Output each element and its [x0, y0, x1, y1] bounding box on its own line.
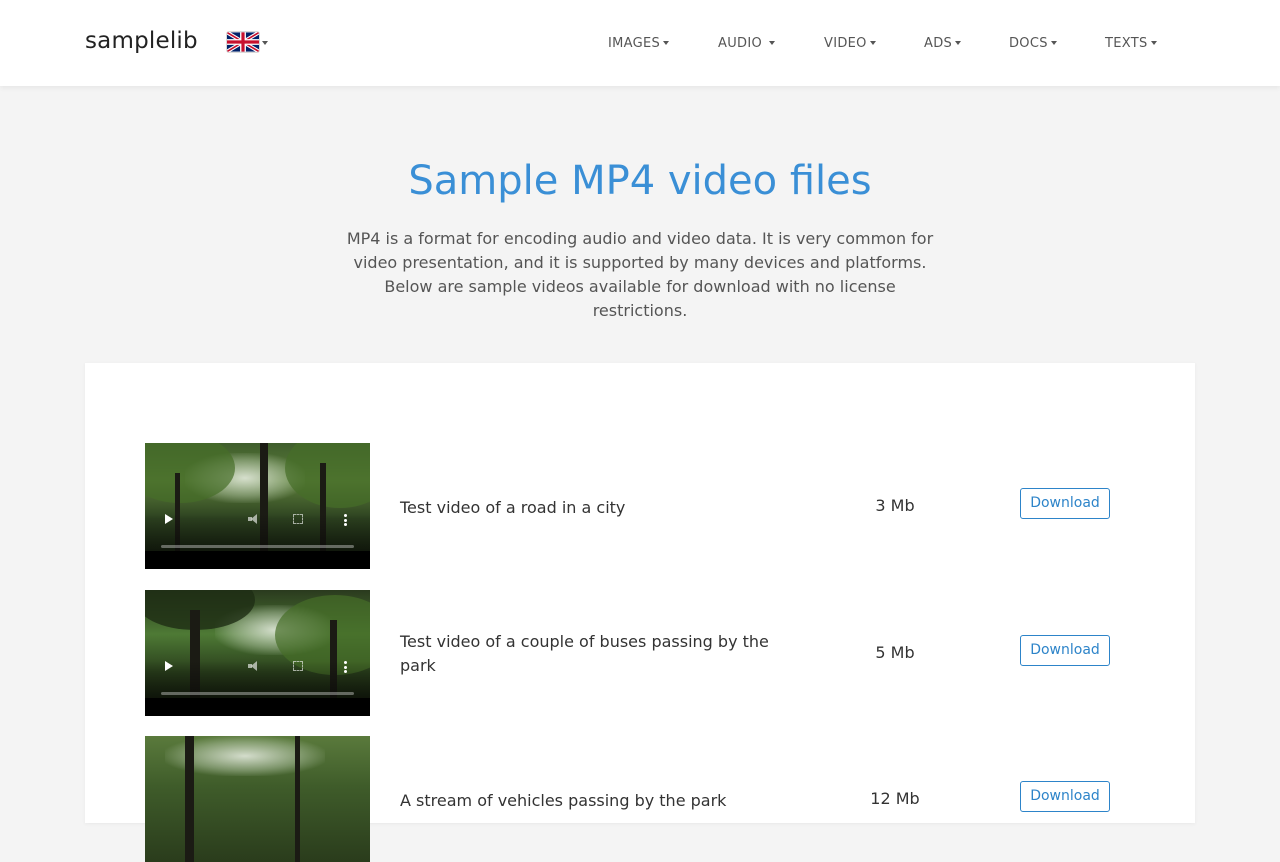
video-player[interactable]	[145, 590, 370, 716]
caret-down-icon	[1150, 40, 1157, 45]
more-options-icon[interactable]	[344, 661, 347, 673]
volume-icon[interactable]	[248, 514, 260, 524]
nav-video-label: VIDEO	[824, 36, 867, 51]
caret-down-icon	[769, 40, 776, 45]
video-frame	[145, 698, 370, 716]
video-size: 5 Mb	[875, 643, 915, 662]
nav-docs[interactable]: DOCS	[1009, 36, 1057, 51]
nav-images[interactable]: IMAGES	[608, 36, 670, 51]
nav-docs-label: DOCS	[1009, 36, 1048, 51]
video-row: A stream of vehicles passing by the park…	[145, 736, 1135, 862]
video-row: Test video of a road in a city 3 Mb Down…	[145, 443, 1135, 569]
video-frame	[295, 736, 300, 862]
caret-down-icon	[1050, 40, 1057, 45]
page-intro: MP4 is a format for encoding audio and v…	[346, 229, 934, 320]
nav-ads[interactable]: ADS	[924, 36, 962, 51]
play-icon[interactable]	[165, 661, 173, 671]
nav-audio[interactable]: AUDIO	[718, 36, 776, 51]
video-description: Test video of a couple of buses passing …	[400, 632, 769, 675]
fullscreen-icon[interactable]	[293, 514, 303, 524]
more-options-icon[interactable]	[344, 514, 347, 526]
video-player[interactable]	[145, 736, 370, 862]
video-frame	[185, 736, 194, 862]
nav-images-label: IMAGES	[608, 36, 661, 51]
caret-down-icon	[663, 40, 670, 45]
language-selector[interactable]	[227, 32, 269, 54]
download-button[interactable]: Download	[1020, 781, 1110, 812]
video-description: A stream of vehicles passing by the park	[400, 791, 727, 810]
video-progress-bar[interactable]	[161, 545, 354, 548]
nav-video[interactable]: VIDEO	[824, 36, 876, 51]
nav-audio-label: AUDIO	[718, 36, 762, 51]
video-list-card: Test video of a road in a city 3 Mb Down…	[85, 363, 1195, 862]
nav-texts[interactable]: TEXTS	[1105, 36, 1157, 51]
fullscreen-icon[interactable]	[293, 661, 303, 671]
page-title: Sample MP4 video files	[408, 158, 872, 204]
video-size: 12 Mb	[870, 789, 920, 808]
caret-down-icon	[262, 41, 268, 45]
nav-texts-label: TEXTS	[1105, 36, 1148, 51]
video-description: Test video of a road in a city	[400, 498, 626, 517]
brand-logo[interactable]: samplelib	[85, 28, 198, 54]
video-player[interactable]	[145, 443, 370, 569]
play-icon[interactable]	[165, 514, 173, 524]
uk-flag-icon	[227, 32, 259, 52]
caret-down-icon	[869, 40, 876, 45]
download-button[interactable]: Download	[1020, 488, 1110, 519]
video-frame	[145, 551, 370, 569]
video-size: 3 Mb	[875, 496, 915, 515]
video-row: Test video of a couple of buses passing …	[145, 590, 1135, 716]
nav-ads-label: ADS	[924, 36, 953, 51]
download-button[interactable]: Download	[1020, 635, 1110, 666]
video-progress-bar[interactable]	[161, 692, 354, 695]
top-navbar: samplelib IMAGES AUDIO VIDEO ADS DOCS TE…	[0, 0, 1280, 86]
volume-icon[interactable]	[248, 661, 260, 671]
caret-down-icon	[955, 40, 962, 45]
